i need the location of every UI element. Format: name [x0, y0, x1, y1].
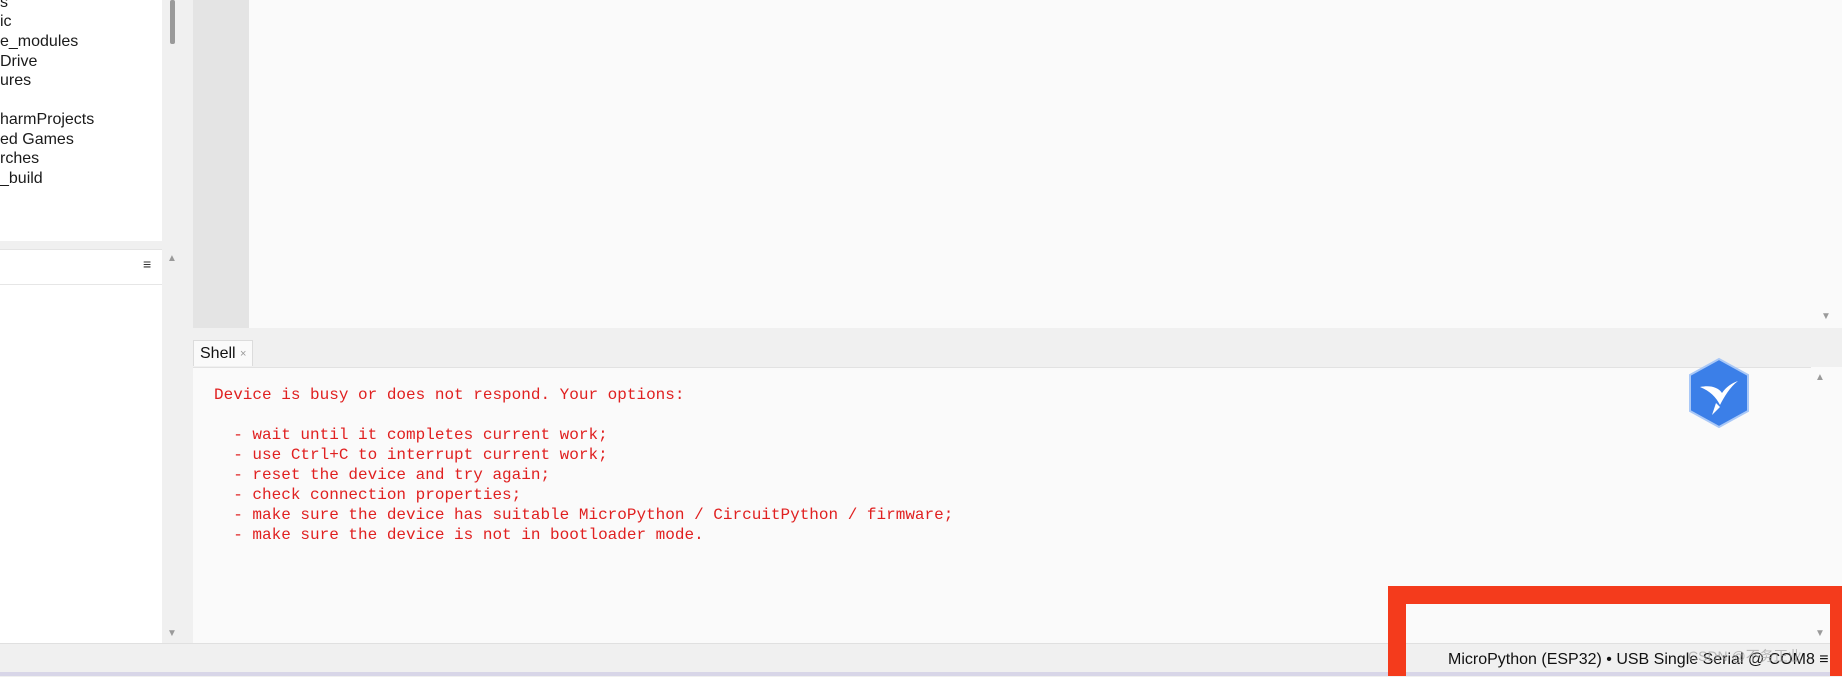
highlight-box [1388, 586, 1842, 676]
file-item[interactable]: harmProjects [0, 110, 94, 130]
editor-scrollbar[interactable] [1811, 0, 1842, 328]
file-item[interactable]: ed Games [0, 130, 74, 150]
shell-line: - use Ctrl+C to interrupt current work; [214, 446, 608, 464]
code-editor[interactable] [193, 0, 1811, 328]
outline-panel: ≡ [0, 249, 162, 644]
triangle-down-icon[interactable]: ▼ [167, 629, 177, 639]
divider [0, 284, 162, 285]
tab-shell[interactable]: Shell × [193, 340, 253, 366]
panel-splitter[interactable] [0, 241, 162, 249]
shell-line: - check connection properties; [214, 486, 522, 504]
file-item[interactable]: ic [0, 12, 12, 32]
file-browser-panel: s ic e_modules Drive ures harmProjects e… [0, 0, 162, 241]
file-item[interactable]: ures [0, 71, 31, 91]
file-item[interactable]: rches [0, 149, 39, 169]
file-item[interactable]: _build [0, 169, 43, 189]
shell-line: - make sure the device has suitable Micr… [214, 506, 954, 524]
bird-logo-icon [1689, 357, 1749, 429]
left-scrollbar-thumb[interactable] [170, 0, 175, 44]
file-item[interactable]: Drive [0, 52, 37, 72]
shell-line: - reset the device and try again; [214, 466, 551, 484]
close-icon[interactable]: × [240, 341, 246, 367]
triangle-up-icon[interactable]: ▲ [167, 254, 177, 264]
tab-label: Shell [200, 345, 236, 362]
hamburger-menu-icon[interactable]: ≡ [143, 256, 151, 272]
triangle-down-icon[interactable]: ▼ [1821, 312, 1831, 322]
shell-line: - make sure the device is not in bootloa… [214, 526, 704, 544]
highlight-box-edge [1830, 586, 1842, 676]
left-scrollbar[interactable] [162, 0, 180, 643]
triangle-up-icon[interactable]: ▲ [1815, 373, 1825, 383]
line-number-gutter [193, 0, 249, 328]
shell-output: Device is busy or does not respond. Your… [214, 385, 953, 545]
file-item[interactable]: e_modules [0, 32, 78, 52]
shell-line: Device is busy or does not respond. Your… [214, 386, 685, 404]
shell-tab-bar [193, 338, 1842, 367]
shell-line: - wait until it completes current work; [214, 426, 608, 444]
panel-splitter[interactable] [193, 328, 1842, 338]
